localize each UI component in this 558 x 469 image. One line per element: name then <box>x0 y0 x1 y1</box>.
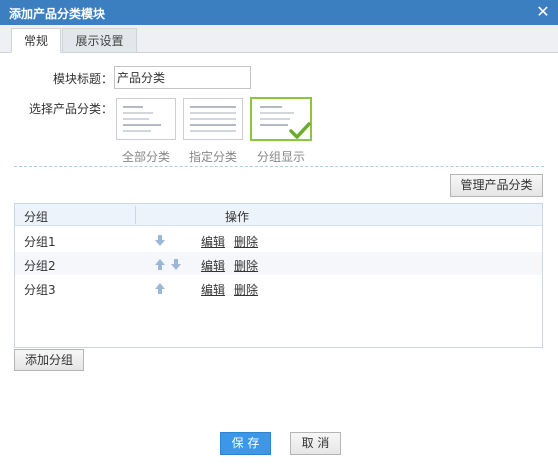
section-divider <box>14 166 544 167</box>
header-action: 操作 <box>225 210 250 224</box>
edit-link[interactable]: 编辑 <box>201 233 225 250</box>
move-up-icon[interactable] <box>155 283 165 294</box>
delete-link[interactable]: 删除 <box>234 257 258 274</box>
table-row: 分组3 编辑 删除 <box>15 276 542 299</box>
add-group-button[interactable]: 添加分组 <box>14 349 84 371</box>
group-table: 分组 操作 分组1 编辑 删除 分组2 编辑 删除 分组3 编辑 删除 <box>14 203 543 348</box>
option-group-display[interactable] <box>250 97 312 141</box>
table-header: 分组 操作 <box>15 204 542 226</box>
header-separator <box>135 206 136 224</box>
group-name: 分组2 <box>24 259 56 273</box>
move-down-icon[interactable] <box>155 235 165 246</box>
option-group-display-label: 分组显示 <box>256 150 305 164</box>
list-layout-icon <box>190 106 236 132</box>
module-title-label: 模块标题： <box>53 72 114 86</box>
option-specified-categories[interactable] <box>183 98 243 140</box>
cancel-button[interactable]: 取 消 <box>290 432 341 455</box>
save-button[interactable]: 保 存 <box>220 432 271 455</box>
manage-categories-button[interactable]: 管理产品分类 <box>450 174 543 197</box>
move-down-icon[interactable] <box>171 259 181 270</box>
table-row: 分组1 编辑 删除 <box>15 228 542 251</box>
module-title-input[interactable] <box>114 66 251 89</box>
select-category-label: 选择产品分类： <box>29 102 114 116</box>
option-all-categories[interactable] <box>116 98 176 140</box>
group-name: 分组3 <box>24 283 56 297</box>
tab-general[interactable]: 常规 <box>11 28 61 53</box>
option-all-categories-label: 全部分类 <box>121 150 170 164</box>
move-up-icon[interactable] <box>155 259 165 270</box>
option-specified-categories-label: 指定分类 <box>188 150 237 164</box>
close-icon[interactable]: ✕ <box>534 2 552 22</box>
tab-display-settings[interactable]: 展示设置 <box>62 28 137 53</box>
delete-link[interactable]: 删除 <box>234 281 258 298</box>
tab-bar: 常规 展示设置 <box>0 25 558 53</box>
group-name: 分组1 <box>24 235 56 249</box>
edit-link[interactable]: 编辑 <box>201 281 225 298</box>
check-icon <box>289 122 311 139</box>
edit-link[interactable]: 编辑 <box>201 257 225 274</box>
dialog-titlebar: 添加产品分类模块 ✕ <box>0 0 558 25</box>
header-group: 分组 <box>24 210 49 224</box>
list-layout-icon <box>123 106 161 132</box>
dialog-title: 添加产品分类模块 <box>9 7 106 21</box>
delete-link[interactable]: 删除 <box>234 233 258 250</box>
table-row: 分组2 编辑 删除 <box>15 252 542 275</box>
